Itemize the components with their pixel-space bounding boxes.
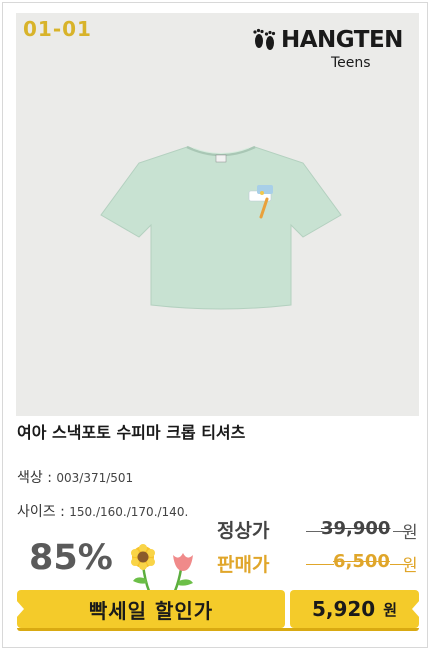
normal-price-label: 정상가 (217, 520, 270, 542)
sunflower-tulip-icon (131, 544, 193, 592)
final-price: 5,920 (311, 597, 376, 621)
normal-price-unit: 원 (402, 523, 418, 543)
size-spec: 사이즈 : 150./160./170./140. (17, 501, 188, 521)
final-price-unit: 원 (383, 600, 398, 619)
tshirt-image (100, 145, 342, 310)
color-value: 003/371/501 (56, 471, 134, 485)
size-value: 150./160./170./140. (69, 505, 189, 519)
normal-price-strike (306, 531, 322, 532)
hangten-feet-logo-icon (253, 28, 276, 50)
product-image[interactable]: 01-01 HANGTEN Teens (16, 13, 419, 416)
discount-rate: 85% (29, 538, 113, 578)
sale-price-unit: 원 (402, 556, 418, 576)
color-label: 색상 : (17, 470, 52, 486)
sale-price: 6,500 (333, 551, 390, 572)
brand-name: HANGTEN (281, 27, 403, 53)
size-label: 사이즈 : (17, 504, 65, 520)
brand-sub: Teens (331, 55, 371, 71)
brand-logo: HANGTEN Teens (245, 21, 405, 71)
product-title[interactable]: 여아 스낵포토 수피마 크롭 티셔츠 (17, 419, 245, 443)
flash-sale-banner[interactable]: 빡세일 할인가 (16, 590, 285, 628)
color-spec: 색상 : 003/371/501 (17, 467, 133, 487)
sale-price-label: 판매가 (217, 554, 270, 576)
product-card[interactable]: 01-01 HANGTEN Teens 여아 스낵포토 수피마 크롭 티셔츠 색… (2, 2, 428, 648)
sale-price-strike (306, 564, 334, 565)
final-price-box[interactable]: 5,920 원 (290, 590, 420, 628)
normal-price: 39,900 (321, 518, 391, 539)
banner-shadow (17, 628, 419, 631)
item-code: 01-01 (23, 17, 92, 41)
